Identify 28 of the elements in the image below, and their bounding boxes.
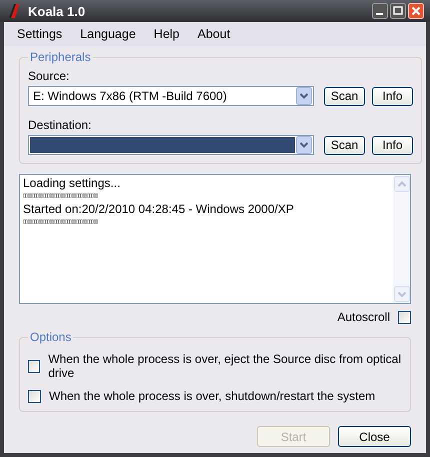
dropdown[interactable]: E: Windows 7x86 (RTM -Build 7600) [28, 86, 314, 106]
menu-item[interactable]: Settings [8, 27, 72, 41]
window-title: Koala 1.0 [28, 4, 86, 18]
maximize-icon[interactable] [390, 3, 406, 19]
log-line: Started on:20/2/2010 04:28:45 - Windows 2000/XP [23, 203, 295, 216]
checkbox[interactable] [28, 390, 41, 402]
checkbox[interactable] [398, 310, 411, 324]
menu-item[interactable]: Help [144, 27, 189, 41]
dialog-button[interactable]: Info [372, 86, 413, 106]
field-label: Source: [28, 69, 70, 83]
checkbox[interactable] [28, 360, 40, 372]
group-legend: Options [28, 330, 74, 344]
app-icon [6, 3, 22, 19]
minimize-icon[interactable] [372, 3, 388, 19]
menu-item[interactable]: Language [71, 27, 145, 41]
checkbox-label: When the whole process is over, shutdown/restart the system [49, 389, 376, 403]
dialog-button[interactable]: Info [372, 136, 413, 154]
checkbox-label: Autoscroll [337, 310, 390, 324]
menu-item[interactable]: About [188, 27, 240, 41]
close-icon[interactable] [408, 3, 424, 19]
dialog-button[interactable]: Scan [324, 136, 365, 154]
dropdown[interactable] [28, 135, 314, 155]
group-legend: Peripherals [28, 50, 93, 64]
log-line: Loading settings... [23, 177, 122, 190]
dialog-button[interactable]: Close [338, 426, 411, 447]
field-label: Destination: [28, 118, 92, 132]
dialog-button[interactable]: Scan [324, 86, 365, 106]
checkbox-label: When the whole process is over, eject the Source disc from optical drive [48, 352, 402, 380]
